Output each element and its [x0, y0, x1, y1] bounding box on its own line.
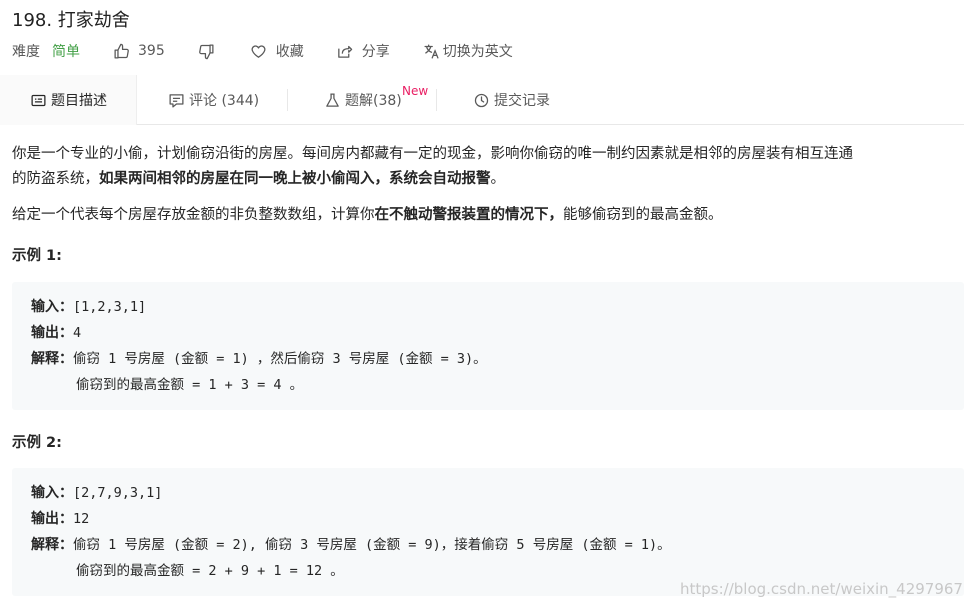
text-span: 的防盗系统， — [12, 171, 99, 187]
constraint-text: 在不触动警报装置的情况下， — [374, 207, 564, 223]
lang-label: 切换为英文 — [442, 44, 513, 60]
watermark: https://blog.csdn.net/weixin_42979679 — [680, 580, 964, 598]
example-input-line: 输入：[2,7,9,3,1] — [31, 480, 945, 506]
example-2-title: 示例 2: — [12, 435, 62, 451]
description-paragraph-2: 给定一个代表每个房屋存放金额的非负整数数组，计算你在不触动警报装置的情况下，能够… — [12, 203, 723, 228]
description-line: 你是一个专业的小偷，计划偷窃沿街的房屋。每间房内都藏有一定的现金，影响你偷窃的唯… — [12, 146, 853, 162]
warning-text: 如果两间相邻的房屋在同一晚上被小偷闯入，系统会自动报警 — [99, 171, 491, 187]
problem-meta-bar: 难度 简单 395 收藏 分享 切换为英文 — [12, 40, 513, 62]
switch-language-button[interactable]: 切换为英文 — [423, 41, 513, 61]
output-label: 输出： — [31, 511, 73, 527]
problem-header: 198. 打家劫舍 难度 简单 395 收藏 分享 切换为英文 — [0, 0, 964, 75]
text-span: 给定一个代表每个房屋存放金额的非负整数数组，计算你 — [12, 207, 375, 223]
thumbs-down-icon — [198, 42, 216, 60]
explain-label: 解释： — [31, 537, 73, 553]
output-label: 输出： — [31, 325, 73, 341]
tab-label: 评论 (344) — [189, 93, 260, 109]
input-label: 输入： — [31, 485, 73, 501]
explain-text: 偷窃到的最高金额 = 1 + 3 = 4 。 — [76, 377, 304, 393]
tab-comments[interactable]: 评论 (344) — [167, 75, 259, 125]
tab-solutions[interactable]: 题解(38) — [323, 75, 402, 125]
history-icon — [472, 91, 490, 109]
input-value: [1,2,3,1] — [73, 299, 147, 315]
tab-label: 题解(38) — [345, 93, 402, 109]
tab-divider — [287, 89, 288, 111]
problem-tabs: 题目描述 评论 (344) 题解(38) New 提交记录 — [0, 75, 964, 125]
output-value: 4 — [73, 325, 82, 341]
tab-divider — [436, 89, 437, 111]
comment-icon — [167, 91, 185, 109]
flask-icon — [323, 91, 341, 109]
explain-text: 偷窃 1 号房屋 (金额 = 2), 偷窃 3 号房屋 (金额 = 9)，接着偷… — [73, 537, 671, 553]
description-line: 的防盗系统，如果两间相邻的房屋在同一晚上被小偷闯入，系统会自动报警。 — [12, 167, 853, 192]
tab-description[interactable]: 题目描述 — [0, 75, 137, 125]
translate-icon — [423, 42, 441, 60]
collect-button[interactable]: 收藏 — [250, 41, 304, 61]
collect-label: 收藏 — [275, 44, 304, 60]
tab-label: 题目描述 — [51, 93, 107, 109]
input-label: 输入： — [31, 299, 73, 315]
description-icon — [29, 91, 47, 109]
example-1-title: 示例 1: — [12, 248, 62, 264]
example-output-line: 输出：12 — [31, 506, 945, 532]
example-explain-line: 解释：偷窃 1 号房屋 (金额 = 2), 偷窃 3 号房屋 (金额 = 9)，… — [31, 532, 945, 558]
dislike-button[interactable] — [198, 42, 216, 60]
share-icon — [336, 42, 354, 60]
explain-text: 偷窃 1 号房屋 (金额 = 1) ，然后偷窃 3 号房屋 (金额 = 3)。 — [73, 351, 487, 367]
share-label: 分享 — [361, 44, 390, 60]
explain-label: 解释： — [31, 351, 73, 367]
explain-text: 偷窃到的最高金额 = 2 + 9 + 1 = 12 。 — [76, 563, 344, 579]
text-span: 。 — [490, 171, 506, 187]
example-output-line: 输出：4 — [31, 320, 945, 346]
tab-submissions[interactable]: 提交记录 — [472, 75, 550, 125]
output-value: 12 — [73, 511, 90, 527]
input-value: [2,7,9,3,1] — [73, 485, 163, 501]
tab-label: 提交记录 — [494, 93, 550, 109]
example-2-block: 输入：[2,7,9,3,1] 输出：12 解释：偷窃 1 号房屋 (金额 = 2… — [12, 468, 964, 596]
problem-title: 198. 打家劫舍 — [12, 10, 130, 31]
example-input-line: 输入：[1,2,3,1] — [31, 294, 945, 320]
like-button[interactable]: 395 — [112, 42, 165, 60]
share-button[interactable]: 分享 — [336, 41, 390, 61]
example-explain-line: 解释：偷窃 1 号房屋 (金额 = 1) ，然后偷窃 3 号房屋 (金额 = 3… — [31, 346, 945, 372]
thumbs-up-icon — [112, 42, 130, 60]
difficulty-value: 简单 — [52, 44, 80, 60]
example-explain-line: 偷窃到的最高金额 = 1 + 3 = 4 。 — [31, 372, 945, 398]
description-paragraph-1: 你是一个专业的小偷，计划偷窃沿街的房屋。每间房内都藏有一定的现金，影响你偷窃的唯… — [12, 142, 853, 192]
text-span: 能够偷窃到的最高金额。 — [563, 207, 723, 223]
heart-icon — [250, 42, 268, 60]
new-badge: New — [402, 84, 429, 98]
difficulty-label: 难度 — [12, 44, 40, 60]
like-count: 395 — [138, 43, 165, 59]
example-1-block: 输入：[1,2,3,1] 输出：4 解释：偷窃 1 号房屋 (金额 = 1) ，… — [12, 282, 964, 410]
